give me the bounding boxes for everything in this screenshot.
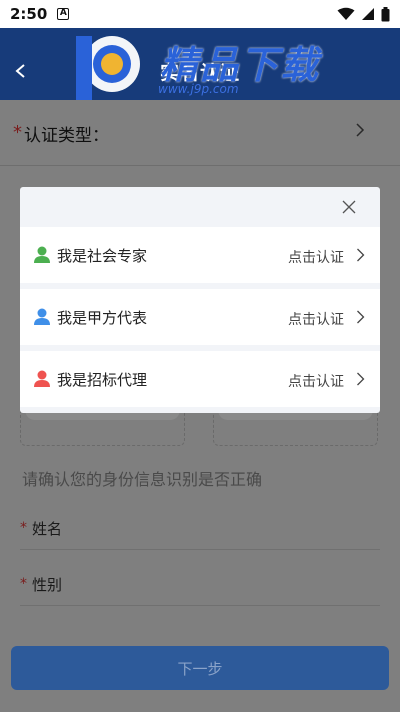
battery-icon	[381, 6, 390, 21]
close-icon[interactable]	[342, 200, 356, 214]
option-action: 点击认证	[288, 374, 344, 390]
required-mark: *	[13, 122, 22, 143]
watermark-brand: 精品下载	[160, 43, 321, 87]
person-icon	[34, 246, 50, 263]
confirm-text: 请确认您的身份信息识别是否正确	[22, 470, 263, 489]
auth-type-dialog: 我是社会专家 点击认证 我是甲方代表 点击认证 我是招标代理 点击认证	[20, 187, 380, 413]
notification-icon: A	[57, 8, 70, 20]
option-social-expert[interactable]: 我是社会专家 点击认证	[20, 227, 380, 283]
option-action: 点击认证	[288, 312, 344, 328]
chevron-right-icon	[356, 123, 365, 137]
gender-label: 性别	[32, 576, 63, 594]
option-label: 我是招标代理	[57, 371, 148, 389]
wifi-icon	[337, 7, 355, 20]
watermark-logo-icon	[76, 36, 140, 100]
name-label: 姓名	[32, 520, 63, 538]
status-icons	[337, 6, 390, 22]
gender-field[interactable]: * 性别	[20, 566, 380, 606]
app-bar: 实名认证 精品下载 www.j9p.com	[0, 28, 400, 100]
option-label: 我是社会专家	[57, 247, 148, 265]
option-bidding-agent[interactable]: 我是招标代理 点击认证	[20, 351, 380, 407]
watermark-url: www.j9p.com	[158, 82, 239, 96]
chevron-right-icon	[357, 372, 365, 386]
auth-type-row[interactable]: * 认证类型：	[0, 100, 400, 166]
next-button[interactable]: 下一步	[11, 646, 389, 690]
status-time: 2:50	[10, 5, 48, 23]
option-label: 我是甲方代表	[57, 309, 148, 327]
status-bar: 2:50 A	[0, 0, 400, 28]
person-icon	[34, 308, 50, 325]
system-nav-bar	[0, 704, 400, 712]
option-action: 点击认证	[288, 250, 344, 266]
option-client-rep[interactable]: 我是甲方代表 点击认证	[20, 289, 380, 345]
person-icon	[34, 370, 50, 387]
chevron-right-icon	[357, 248, 365, 262]
auth-type-label: 认证类型：	[24, 126, 109, 146]
chevron-right-icon	[357, 310, 365, 324]
required-mark: *	[20, 576, 27, 592]
signal-icon	[362, 8, 374, 20]
required-mark: *	[20, 520, 27, 536]
name-field[interactable]: * 姓名	[20, 510, 380, 550]
